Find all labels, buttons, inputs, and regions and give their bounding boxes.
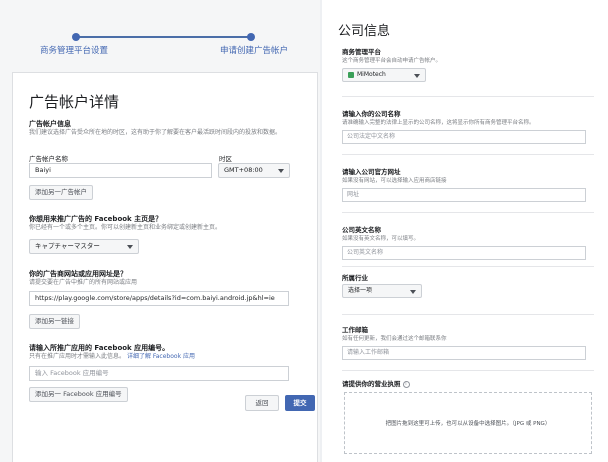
company-name-label: 请输入你的公司名称 (342, 110, 401, 118)
caret-down-icon (414, 74, 420, 78)
timezone-label: 时区 (219, 155, 232, 163)
fb-app-id-input[interactable]: 输入 Facebook 应用编号 (29, 366, 289, 381)
company-name-input[interactable]: 公司法定中文名称 (342, 130, 586, 144)
add-ad-account-button[interactable]: 添加另一广告帐户 (29, 185, 93, 200)
english-name-desc: 如果没有英文名称，可以填写。 (342, 236, 420, 242)
english-name-label: 公司英文名称 (342, 226, 381, 234)
divider (342, 370, 594, 371)
biz-platform-value: MiMotech (357, 71, 386, 78)
company-info-title: 公司信息 (338, 24, 391, 39)
step-label-1: 商务管理平台设置 (40, 46, 109, 56)
step-label-2: 申请创建广告帐户 (220, 46, 289, 56)
page-select[interactable]: キャプチャーマスター (29, 239, 139, 254)
website-desc: 如果没有网站，可以选择输入应用商店链接 (342, 178, 447, 184)
industry-value: 选择一项 (348, 287, 373, 294)
info-icon[interactable]: i (402, 380, 410, 388)
submit-button[interactable]: 提交 (285, 395, 315, 411)
page-select-value: キャプチャーマスター (35, 242, 100, 250)
caret-down-icon (127, 245, 133, 249)
industry-label: 所属行业 (342, 274, 368, 282)
left-panel: 商务管理平台设置 申请创建广告帐户 广告帐户详情 广告帐户信息 我们建议选择广告… (0, 0, 320, 462)
app-section-title: 你的广告商网站或应用网址是？ (29, 270, 127, 278)
fb-app-section-title: 请输入所推广应用的 Facebook 应用编号。 (29, 344, 170, 352)
account-info-desc: 我们建议选择广告受众所在地的时区，这有助于你了解要在客户最活跃时间段内的投放和数… (29, 129, 282, 136)
divider (342, 314, 594, 315)
add-link-button[interactable]: 添加另一链接 (29, 314, 80, 329)
back-button[interactable]: 返回 (245, 395, 279, 411)
timezone-select[interactable]: GMT+08:00 (218, 163, 290, 178)
fb-app-section-desc: 只有在推广应用时才需输入此信息。 详细了解 Facebook 应用 (29, 353, 309, 361)
add-fb-app-id-button[interactable]: 添加另一 Facebook 应用编号 (29, 387, 128, 402)
divider (342, 96, 594, 97)
website-input[interactable]: 网址 (342, 188, 586, 202)
biz-platform-label: 商务管理平台 (342, 48, 381, 56)
website-label: 请输入公司官方网址 (342, 168, 401, 176)
english-name-input[interactable]: 公司英文名称 (342, 246, 586, 260)
license-upload-dropzone[interactable]: 把图片拖到这里可上传，也可以从设备中选择图片。（JPG 或 PNG） (344, 392, 592, 454)
caret-down-icon (410, 290, 416, 294)
website-url-input[interactable]: https://play.google.com/store/apps/detai… (29, 291, 289, 306)
company-logo-icon (348, 71, 354, 78)
timezone-value: GMT+08:00 (224, 166, 263, 174)
divider (342, 266, 594, 267)
page-title: 广告帐户详情 (29, 93, 120, 111)
biz-platform-select[interactable]: MiMotech (342, 68, 426, 82)
email-input[interactable]: 请输入工作邮箱 (342, 346, 586, 360)
upload-instructions: 把图片拖到这里可上传，也可以从设备中选择图片。（JPG 或 PNG） (385, 421, 551, 427)
license-label-text: 请提供你的营业执照 (342, 380, 401, 388)
divider (342, 212, 594, 213)
step-dot-2 (247, 33, 255, 41)
company-info-panel: 公司信息 商务管理平台 这个商务管理平台会自动申请广告帐户。 MiMotech … (322, 0, 608, 462)
step-dot-1 (72, 33, 80, 41)
company-name-desc: 请准确输入完整的法律上显示的公司名称，这将显示你所有商务管理平台名称。 (342, 120, 535, 126)
biz-platform-desc: 这个商务管理平台会自动申请广告帐户。 (342, 58, 442, 64)
license-label: 请提供你的营业执照 i (342, 378, 410, 388)
email-label: 工作邮箱 (342, 326, 368, 334)
account-name-label: 广告帐户名称 (29, 155, 68, 163)
account-info-title: 广告帐户信息 (29, 120, 71, 128)
stepper-line (74, 36, 250, 38)
ad-account-card: 广告帐户详情 广告帐户信息 我们建议选择广告受众所在地的时区，这有助于你了解要在… (12, 72, 318, 462)
learn-more-fb-app-link[interactable]: 详细了解 Facebook 应用 (127, 353, 195, 360)
account-name-input[interactable]: Baiyi (29, 163, 212, 178)
industry-select[interactable]: 选择一项 (342, 284, 422, 298)
email-desc: 如有任何更新，我们会通过这个邮箱联系你 (342, 336, 447, 342)
divider (342, 154, 594, 155)
app-section-desc: 请提交要在广告中推广的所有网站或应用 (29, 279, 138, 286)
progress-stepper: 商务管理平台设置 申请创建广告帐户 (0, 0, 320, 70)
fb-app-desc-text: 只有在推广应用时才需输入此信息。 (29, 353, 126, 360)
page-section-title: 你想用来推广广告的 Facebook 主页是？ (29, 215, 163, 223)
page-section-desc: 你已经有一个或多个主页。你可以创建新主页和业务绑定或创建新主页。 (29, 224, 222, 231)
caret-down-icon (278, 169, 284, 173)
